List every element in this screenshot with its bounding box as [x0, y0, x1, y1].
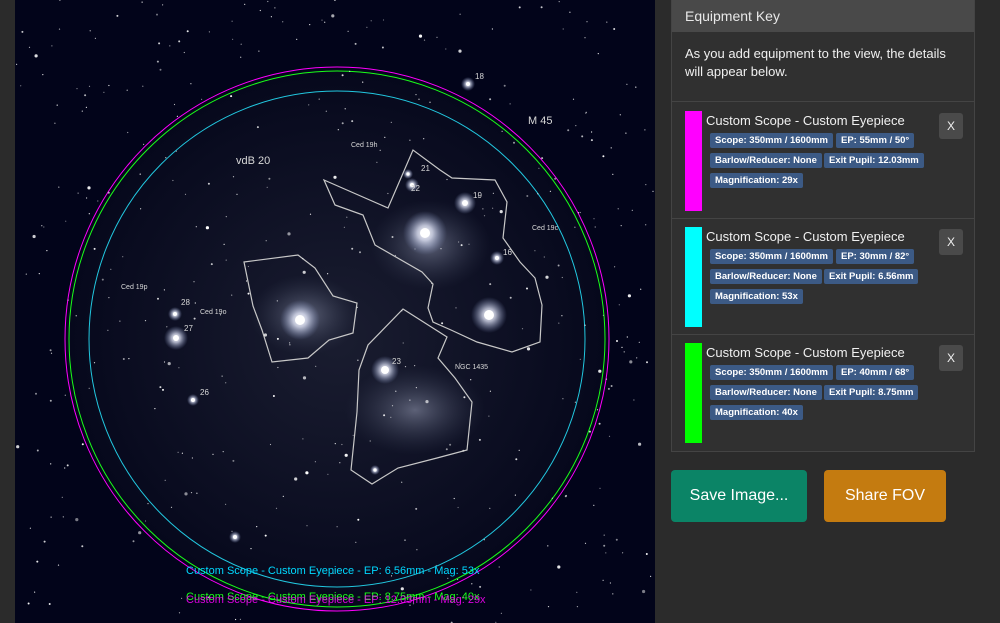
barlow-badge: Barlow/Reducer: None [710, 269, 822, 284]
label-ngc1435: NGC 1435 [455, 364, 488, 371]
equipment-color-swatch [685, 343, 702, 443]
equipment-color-swatch [685, 111, 702, 211]
left-margin [0, 0, 15, 623]
equipment-item-title: Custom Scope - Custom Eyepiece [706, 229, 905, 244]
nebula-merope [345, 365, 485, 455]
scope-badge: Scope: 350mm / 1600mm [710, 133, 834, 148]
equipment-item: Custom Scope - Custom Eyepiece Scope: 35… [672, 219, 974, 335]
label-ced19p: Ced 19p [121, 284, 148, 291]
label-star-23: 23 [392, 357, 401, 366]
label-star-27: 27 [184, 324, 193, 333]
right-panel: Equipment Key As you add equipment to th… [655, 0, 1000, 623]
magnification-badge: Magnification: 40x [710, 405, 803, 420]
overlay-label-53x: Custom Scope - Custom Eyepiece - EP: 6.5… [186, 565, 480, 577]
label-star-19: 19 [473, 191, 482, 200]
remove-equipment-button[interactable]: X [939, 113, 963, 139]
exit-pupil-badge: Exit Pupil: 8.75mm [824, 385, 919, 400]
equipment-item: Custom Scope - Custom Eyepiece Scope: 35… [672, 103, 974, 219]
label-star-28: 28 [181, 298, 190, 307]
exit-pupil-badge: Exit Pupil: 6.56mm [824, 269, 919, 284]
save-image-button[interactable]: Save Image... [671, 470, 807, 522]
barlow-badge: Barlow/Reducer: None [710, 385, 822, 400]
barlow-badge: Barlow/Reducer: None [710, 153, 822, 168]
equipment-item-title: Custom Scope - Custom Eyepiece [706, 345, 905, 360]
scope-badge: Scope: 350mm / 1600mm [710, 249, 834, 264]
overlay-label-29x: Custom Scope - Custom Eyepiece - EP: 12.… [186, 594, 486, 606]
fov-view[interactable]: M 45 vdB 20 Ced 19h Ced 19c Ced 19p Ced … [15, 0, 655, 623]
app-page: M 45 vdB 20 Ced 19h Ced 19c Ced 19p Ced … [0, 0, 1000, 623]
equipment-key-intro: As you add equipment to the view, the de… [672, 32, 974, 102]
equipment-item-title: Custom Scope - Custom Eyepiece [706, 113, 905, 128]
equipment-key-title: Equipment Key [672, 0, 974, 32]
label-vdb20: vdB 20 [236, 155, 270, 167]
star-chart-canvas: M 45 vdB 20 Ced 19h Ced 19c Ced 19p Ced … [16, 0, 654, 623]
scope-badge: Scope: 350mm / 1600mm [710, 365, 834, 380]
remove-equipment-button[interactable]: X [939, 229, 963, 255]
remove-equipment-button[interactable]: X [939, 345, 963, 371]
label-star-16: 16 [503, 248, 512, 257]
equipment-item: Custom Scope - Custom Eyepiece Scope: 35… [672, 335, 974, 451]
label-star-21: 21 [421, 164, 430, 173]
label-ced19h: Ced 19h [351, 142, 378, 149]
eyepiece-badge: EP: 55mm / 50° [836, 133, 915, 148]
exit-pupil-badge: Exit Pupil: 12.03mm [824, 153, 924, 168]
magnification-badge: Magnification: 29x [710, 173, 803, 188]
label-m45: M 45 [528, 115, 552, 127]
label-star-26: 26 [200, 388, 209, 397]
label-ced19o: Ced 19o [200, 309, 227, 316]
magnification-badge: Magnification: 53x [710, 289, 803, 304]
eyepiece-badge: EP: 30mm / 82° [836, 249, 915, 264]
eyepiece-badge: EP: 40mm / 68° [836, 365, 915, 380]
label-star-22: 22 [411, 184, 420, 193]
equipment-color-swatch [685, 227, 702, 327]
equipment-key-card: Equipment Key As you add equipment to th… [671, 0, 975, 452]
label-ced19c: Ced 19c [532, 225, 559, 232]
share-fov-button[interactable]: Share FOV [824, 470, 946, 522]
label-star-18: 18 [475, 72, 484, 81]
